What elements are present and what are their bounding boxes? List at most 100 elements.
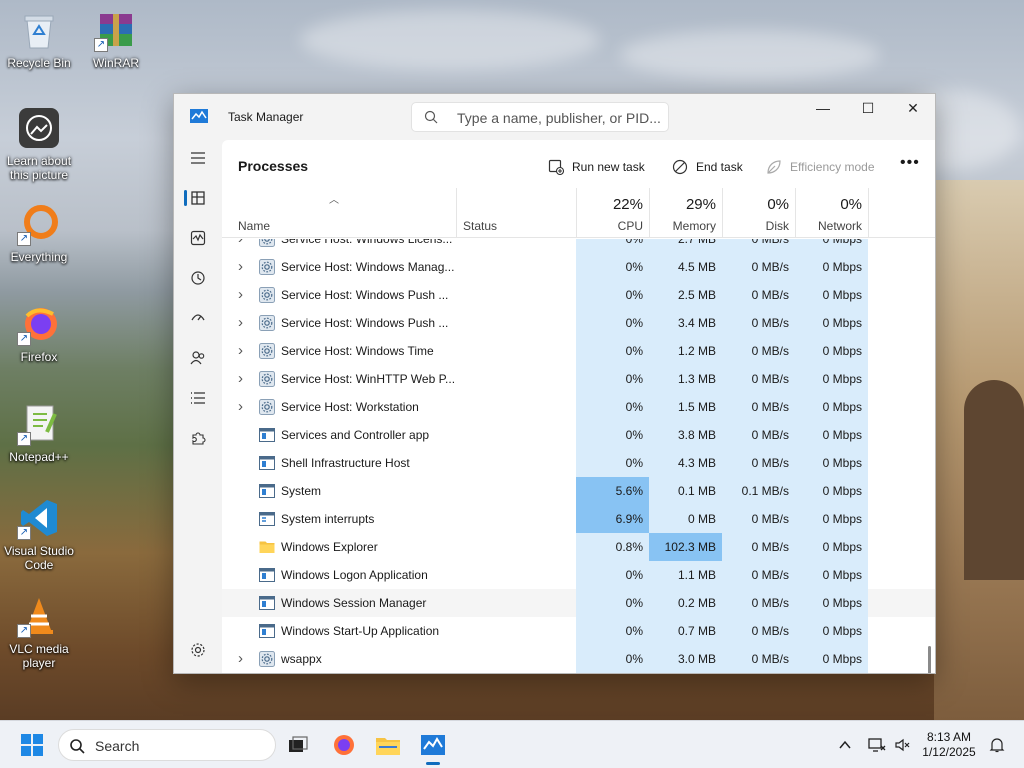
- end-task-button[interactable]: End task: [672, 156, 743, 178]
- shortcut-arrow-icon: ↗: [17, 232, 31, 246]
- nav-startup-apps[interactable]: [182, 302, 214, 334]
- nav-performance[interactable]: [182, 222, 214, 254]
- process-row[interactable]: › Service Host: Windows Push ... 0% 2.5 MB 0…: [222, 281, 935, 309]
- taskbar-firefox[interactable]: [328, 729, 360, 761]
- nav-processes[interactable]: [182, 182, 214, 214]
- side-navigation: [174, 140, 222, 673]
- desktop-icon-vlc[interactable]: ↗ VLC media player: [3, 594, 75, 670]
- efficiency-mode-button[interactable]: Efficiency mode: [766, 156, 875, 178]
- memory-total[interactable]: 29%: [649, 196, 716, 213]
- expand-chevron-icon[interactable]: ›: [238, 239, 250, 253]
- search-input[interactable]: Type a name, publisher, or PID...: [457, 110, 661, 126]
- process-row[interactable]: System interrupts 6.9% 0 MB 0 MB/s 0 Mbps: [222, 505, 935, 533]
- network-icon: [868, 738, 886, 752]
- nav-details[interactable]: [182, 382, 214, 414]
- nav-services[interactable]: [182, 422, 214, 454]
- process-name: Shell Infrastructure Host: [281, 456, 410, 470]
- expand-chevron-icon[interactable]: ›: [238, 309, 250, 337]
- details-list-icon: [191, 392, 205, 404]
- clock[interactable]: 8:13 AM 1/12/2025: [914, 730, 984, 760]
- network-cell: 0 Mbps: [795, 239, 868, 253]
- expand-chevron-icon[interactable]: ›: [238, 253, 250, 281]
- cpu-total[interactable]: 22%: [576, 196, 643, 213]
- process-row[interactable]: Windows Explorer 0.8% 102.3 MB 0 MB/s 0 Mbps: [222, 533, 935, 561]
- expand-chevron-icon[interactable]: ›: [238, 337, 250, 365]
- column-header-network[interactable]: Network: [795, 219, 862, 233]
- taskbar-task-manager[interactable]: [417, 729, 449, 761]
- column-header-name[interactable]: Name: [238, 219, 270, 233]
- desktop-icon-label: Notepad++: [9, 450, 69, 464]
- winrar-icon: ↗: [94, 8, 138, 52]
- process-row[interactable]: › Service Host: Windows Manag... 0% 4.5 MB 0…: [222, 253, 935, 281]
- desktop-icon-label: Firefox: [20, 350, 58, 364]
- close-button[interactable]: ✕: [890, 94, 935, 124]
- process-row[interactable]: Windows Start-Up Application 0% 0.7 MB 0 MB…: [222, 617, 935, 645]
- maximize-button[interactable]: ☐: [845, 94, 891, 124]
- process-row[interactable]: › Service Host: WinHTTP Web P... 0% 1.3 MB 0…: [222, 365, 935, 393]
- process-row[interactable]: Shell Infrastructure Host 0% 4.3 MB 0 MB/s 0…: [222, 449, 935, 477]
- disk-total[interactable]: 0%: [722, 196, 789, 213]
- nav-menu-button[interactable]: [182, 142, 214, 174]
- start-button[interactable]: [16, 729, 48, 761]
- taskbar-file-explorer[interactable]: [372, 729, 404, 761]
- notifications-button[interactable]: [981, 729, 1013, 761]
- expand-chevron-icon[interactable]: ›: [238, 645, 250, 673]
- process-row[interactable]: Windows Logon Application 0% 1.1 MB 0 MB/s 0…: [222, 561, 935, 589]
- desktop-icon-winrar[interactable]: ↗ WinRAR: [80, 8, 152, 70]
- status-cell: [463, 477, 573, 505]
- nav-app-history[interactable]: [182, 262, 214, 294]
- expand-chevron-icon[interactable]: ›: [238, 393, 250, 421]
- run-new-task-button[interactable]: Run new task: [548, 156, 645, 178]
- status-cell: [463, 617, 573, 645]
- memory-cell: 2.7 MB: [649, 239, 722, 253]
- search-box[interactable]: Type a name, publisher, or PID...: [411, 102, 669, 132]
- desktop-icon-firefox[interactable]: ↗ Firefox: [3, 302, 75, 364]
- process-row[interactable]: › Service Host: Windows Time 0% 1.2 MB 0 MB/…: [222, 337, 935, 365]
- show-hidden-icons-button[interactable]: [829, 729, 861, 761]
- cpu-cell: 0.8%: [576, 533, 649, 561]
- status-cell: [463, 645, 573, 673]
- process-row[interactable]: Services and Controller app 0% 3.8 MB 0 MB/…: [222, 421, 935, 449]
- minimize-button[interactable]: —: [800, 94, 846, 124]
- column-header-status[interactable]: Status: [463, 219, 497, 233]
- more-options-button[interactable]: •••: [900, 154, 920, 172]
- nav-users[interactable]: [182, 342, 214, 374]
- desktop-icon-recycle-bin[interactable]: Recycle Bin: [3, 8, 75, 70]
- status-cell: [463, 239, 573, 253]
- process-row[interactable]: › Service Host: Windows Push ... 0% 3.4 MB 0…: [222, 309, 935, 337]
- desktop-icon-learn-about-picture[interactable]: Learn about this picture: [3, 106, 75, 182]
- process-table: ›Service Host: Windows Licens...0%2.7 MB…: [222, 239, 935, 673]
- expand-chevron-icon[interactable]: ›: [238, 365, 250, 393]
- nav-settings[interactable]: [182, 634, 214, 666]
- process-row[interactable]: Windows Session Manager 0% 0.2 MB 0 MB/s 0 M…: [222, 589, 935, 617]
- process-row[interactable]: › Service Host: Workstation 0% 1.5 MB 0 MB/s…: [222, 393, 935, 421]
- taskbar-search[interactable]: Search: [58, 729, 276, 761]
- sort-up-icon[interactable]: ︿: [329, 191, 339, 206]
- title-bar[interactable]: Task Manager Type a name, publisher, or …: [174, 94, 935, 140]
- network-cell: 0 Mbps: [795, 281, 868, 309]
- vertical-scrollbar[interactable]: [928, 646, 931, 673]
- vscode-icon: ↗: [17, 496, 61, 540]
- volume-muted-icon: [895, 738, 910, 752]
- task-view-button[interactable]: [282, 729, 314, 761]
- app-window-icon: [259, 511, 275, 527]
- cpu-cell: 0%: [576, 393, 649, 421]
- app-window-icon: [259, 595, 275, 611]
- process-row[interactable]: › Service Host: Windows Licens... 0%2.7 MB…: [222, 239, 935, 253]
- memory-cell: 3.4 MB: [649, 309, 722, 337]
- column-header-memory[interactable]: Memory: [649, 219, 716, 233]
- column-header-disk[interactable]: Disk: [722, 219, 789, 233]
- status-cell: [463, 533, 573, 561]
- memory-cell: 1.5 MB: [649, 393, 722, 421]
- desktop-icon-everything[interactable]: ↗ Everything: [3, 202, 75, 264]
- process-row[interactable]: › wsappx 0% 3.0 MB 0 MB/s 0 Mbps: [222, 645, 935, 673]
- expand-chevron-icon[interactable]: ›: [238, 281, 250, 309]
- cpu-cell: 0%: [576, 589, 649, 617]
- memory-cell: 1.2 MB: [649, 337, 722, 365]
- disk-cell: 0.1 MB/s: [722, 477, 795, 505]
- column-header-cpu[interactable]: CPU: [576, 219, 643, 233]
- desktop-icon-notepadpp[interactable]: ↗ Notepad++: [3, 402, 75, 464]
- desktop-icon-vscode[interactable]: ↗ Visual Studio Code: [3, 496, 75, 572]
- network-total[interactable]: 0%: [795, 196, 862, 213]
- process-row[interactable]: System 5.6% 0.1 MB 0.1 MB/s 0 Mbps: [222, 477, 935, 505]
